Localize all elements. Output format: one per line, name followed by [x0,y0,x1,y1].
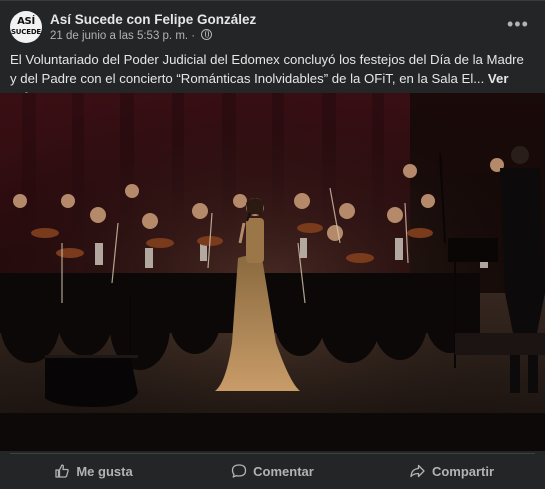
post-body: El Voluntariado del Poder Judicial del E… [10,52,524,86]
like-button[interactable]: Me gusta [6,456,181,486]
post-header: ASÍ SUCEDE Así Sucede con Felipe Gonzále… [10,11,535,43]
post-actions: Me gusta Comentar Compartir [0,456,545,486]
post-photo[interactable] [0,93,545,451]
avatar-text-bottom: SUCEDE [10,28,42,36]
avatar[interactable]: ASÍ SUCEDE [10,11,42,43]
comment-bubble-icon [232,464,247,478]
post-meta: 21 de junio a las 5:53 p. m. · [50,29,213,42]
share-label: Compartir [431,463,495,479]
comment-button[interactable]: Comentar [185,456,360,486]
comment-label: Comentar [253,463,314,479]
actions-divider [10,453,535,454]
like-label: Me gusta [76,463,133,479]
globe-icon [201,29,213,40]
thumbs-up-icon [55,464,70,478]
avatar-text-top: ASÍ [17,16,35,27]
more-options-button[interactable]: ••• [507,14,529,37]
concert-photo [0,93,545,451]
post-timestamp[interactable]: 21 de junio a las 5:53 p. m. · [50,30,195,42]
share-button[interactable]: Compartir [364,456,539,486]
page-name-link[interactable]: Así Sucede con Felipe González [50,12,256,27]
more-dots-icon: ••• [507,14,529,34]
post-card: ASÍ SUCEDE Así Sucede con Felipe Gonzále… [0,0,545,489]
share-arrow-icon [410,464,425,478]
